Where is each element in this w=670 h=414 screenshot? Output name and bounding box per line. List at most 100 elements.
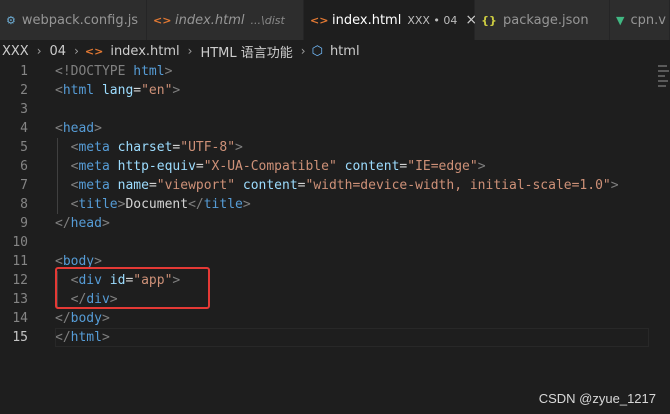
code-token: > — [172, 83, 181, 98]
code-token: <!DOCTYPE — [55, 64, 134, 79]
code-token: </ — [55, 216, 71, 231]
tab-label: index.html — [332, 12, 402, 28]
code-line[interactable]: <meta name="viewport" content="width=dev… — [55, 176, 655, 195]
code-token: > — [235, 140, 243, 155]
tab-description: XXX • 04 — [407, 13, 458, 27]
code-token: > — [101, 330, 110, 345]
code-token: = — [195, 159, 204, 174]
line-number: 4 — [20, 121, 28, 136]
code-token: meta — [78, 140, 110, 155]
line-number: 15 — [12, 330, 28, 345]
code-token: "UTF-8" — [180, 140, 236, 155]
chevron-right-icon: › — [74, 44, 79, 58]
code-line[interactable]: <meta http-equiv="X-UA-Compatible" conte… — [55, 157, 655, 176]
code-token: head — [62, 121, 95, 136]
breadcrumb-item-file[interactable]: index.html — [108, 44, 181, 59]
line-number: 14 — [12, 311, 28, 326]
code-line[interactable]: <title>Document</title> — [55, 195, 655, 214]
code-token: > — [610, 178, 619, 193]
code-token: html — [62, 83, 95, 98]
code-token: > — [101, 216, 110, 231]
line-number: 11 — [12, 254, 28, 269]
tab-label: index.html — [175, 12, 245, 28]
line-number: 13 — [12, 292, 28, 307]
breadcrumb-item-xxx[interactable]: XXX — [0, 44, 31, 59]
line-number: 3 — [20, 102, 28, 117]
tab-cpn-vue[interactable]: ▼ cpn.v — [610, 0, 670, 40]
code-line[interactable]: </body> — [55, 309, 655, 328]
line-number: 1 — [20, 64, 28, 79]
tab-bar: ⚙ webpack.config.js <> index.html ...\di… — [0, 0, 670, 40]
line-number: 10 — [12, 235, 28, 250]
code-token: < — [55, 121, 63, 136]
code-token: </ — [188, 197, 204, 212]
code-token: content — [242, 178, 298, 193]
code-token: > — [101, 311, 110, 326]
tab-webpack-config[interactable]: ⚙ webpack.config.js — [0, 0, 147, 40]
code-token: Document — [125, 197, 189, 212]
tab-package-json[interactable]: {} package.json — [475, 0, 610, 40]
code-editor[interactable]: 1 2 3 4 5 6 7 8 9 10 11 12 13 14 15 <!DOCTYPE html> <ht… — [0, 62, 670, 414]
chevron-right-icon: › — [300, 44, 306, 58]
code-token: > — [242, 197, 251, 212]
highlight-annotation-box — [55, 267, 210, 309]
symbol-element-icon: ⬡ — [311, 43, 323, 59]
breadcrumb-item-element[interactable]: html — [328, 44, 362, 59]
code-token: head — [70, 216, 102, 231]
code-line[interactable]: </head> — [55, 214, 655, 233]
code-token: charset — [117, 140, 173, 155]
code-line[interactable]: <!DOCTYPE html> — [55, 62, 655, 81]
code-line[interactable]: <html lang="en"> — [55, 81, 655, 100]
code-line[interactable]: ​ — [55, 100, 655, 119]
code-token: "X-UA-Compatible" — [203, 159, 337, 174]
code-token: html — [133, 64, 165, 79]
code-token: title — [78, 197, 118, 212]
line-number: 8 — [20, 197, 28, 212]
code-line[interactable]: <head> — [55, 119, 655, 138]
code-line[interactable]: <meta charset="UTF-8"> — [55, 138, 655, 157]
code-token: > — [477, 159, 486, 174]
breadcrumb-item-04[interactable]: 04 — [48, 44, 69, 59]
gear-icon: ⚙ — [6, 13, 16, 27]
vue-icon: ▼ — [616, 13, 625, 27]
tab-index-html-dist[interactable]: <> index.html ...\dist — [147, 0, 304, 40]
code-token: html — [70, 330, 102, 345]
line-number: 12 — [12, 273, 28, 288]
breadcrumb: XXX › 04 › <> index.html › HTML 语言功能 › ⬡… — [0, 40, 670, 62]
tab-label: cpn.v — [630, 12, 666, 28]
tab-label: package.json — [503, 12, 589, 28]
code-line[interactable]: </html> — [55, 328, 655, 347]
code-token: "width=device-width, initial-scale=1.0" — [305, 178, 611, 193]
line-number: 9 — [20, 216, 28, 231]
code-token: meta — [78, 159, 110, 174]
code-token: = — [148, 178, 157, 193]
code-token: > — [94, 121, 102, 136]
code-line[interactable]: ​ — [55, 233, 655, 252]
vertical-scrollbar[interactable] — [656, 62, 670, 414]
code-token: http-equiv — [117, 159, 196, 174]
line-number: 5 — [20, 140, 28, 155]
html-icon: <> — [84, 44, 104, 58]
line-number: 2 — [20, 83, 28, 98]
html-icon: <> — [153, 13, 172, 27]
minimap[interactable] — [656, 62, 670, 97]
code-token: </ — [55, 330, 71, 345]
json-icon: {} — [481, 13, 497, 27]
html-icon: <> — [310, 13, 329, 27]
breadcrumb-item-language[interactable]: HTML 语言功能 — [198, 42, 294, 61]
code-token: "en" — [141, 83, 173, 98]
code-token: name — [117, 178, 149, 193]
code-token: > — [164, 64, 173, 79]
code-token: lang — [101, 83, 134, 98]
code-token: content — [344, 159, 400, 174]
code-token: "viewport" — [156, 178, 236, 193]
code-token: < — [55, 83, 63, 98]
tab-index-html-active[interactable]: <> index.html XXX • 04 × — [304, 0, 477, 40]
